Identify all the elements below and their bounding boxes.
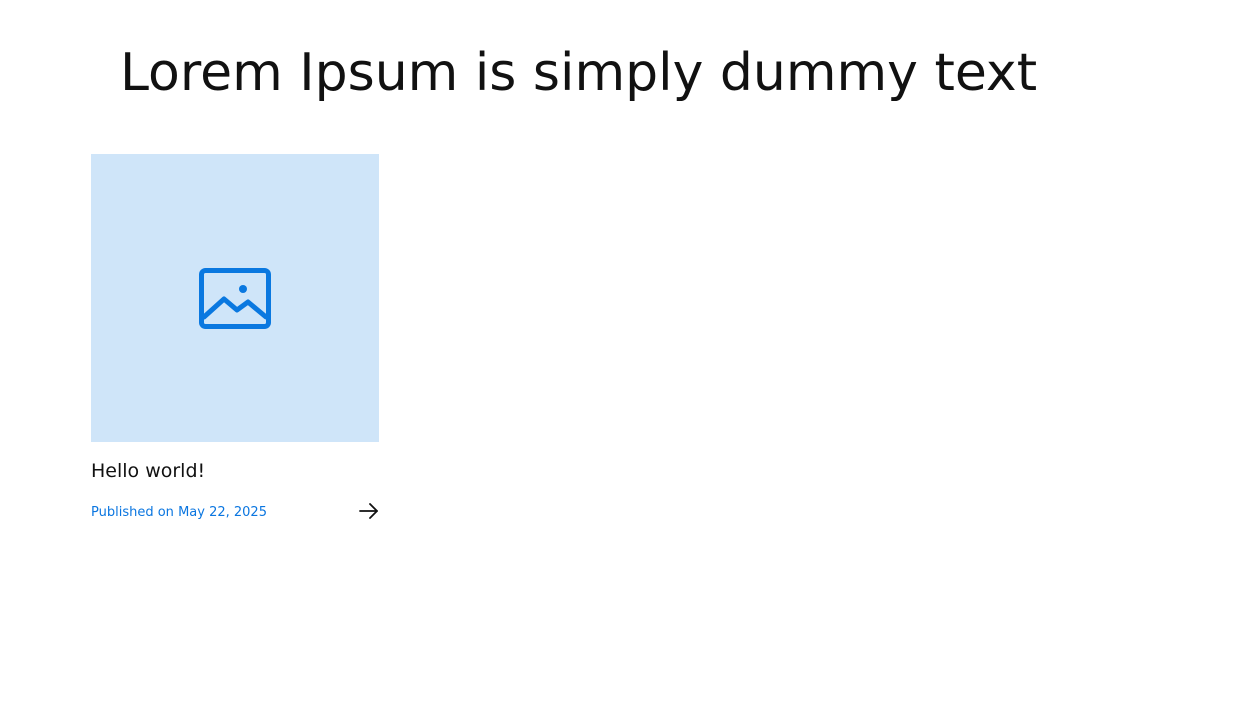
post-title[interactable]: Hello world!: [91, 459, 379, 483]
post-card: Hello world! Published on May 22, 2025: [91, 154, 379, 525]
published-label: Published on: [91, 505, 174, 520]
published-date: Published on May 22, 2025: [91, 506, 267, 520]
arrow-right-icon: [359, 502, 379, 524]
page: Lorem Ipsum is simply dummy text Hello w…: [0, 0, 1240, 721]
image-placeholder-icon: [199, 267, 271, 329]
published-date-value: May 22, 2025: [178, 505, 267, 520]
post-meta: Published on May 22, 2025: [91, 501, 379, 525]
post-thumbnail[interactable]: [91, 154, 379, 442]
read-more-link[interactable]: [357, 501, 379, 525]
page-title: Lorem Ipsum is simply dummy text: [120, 43, 1038, 103]
